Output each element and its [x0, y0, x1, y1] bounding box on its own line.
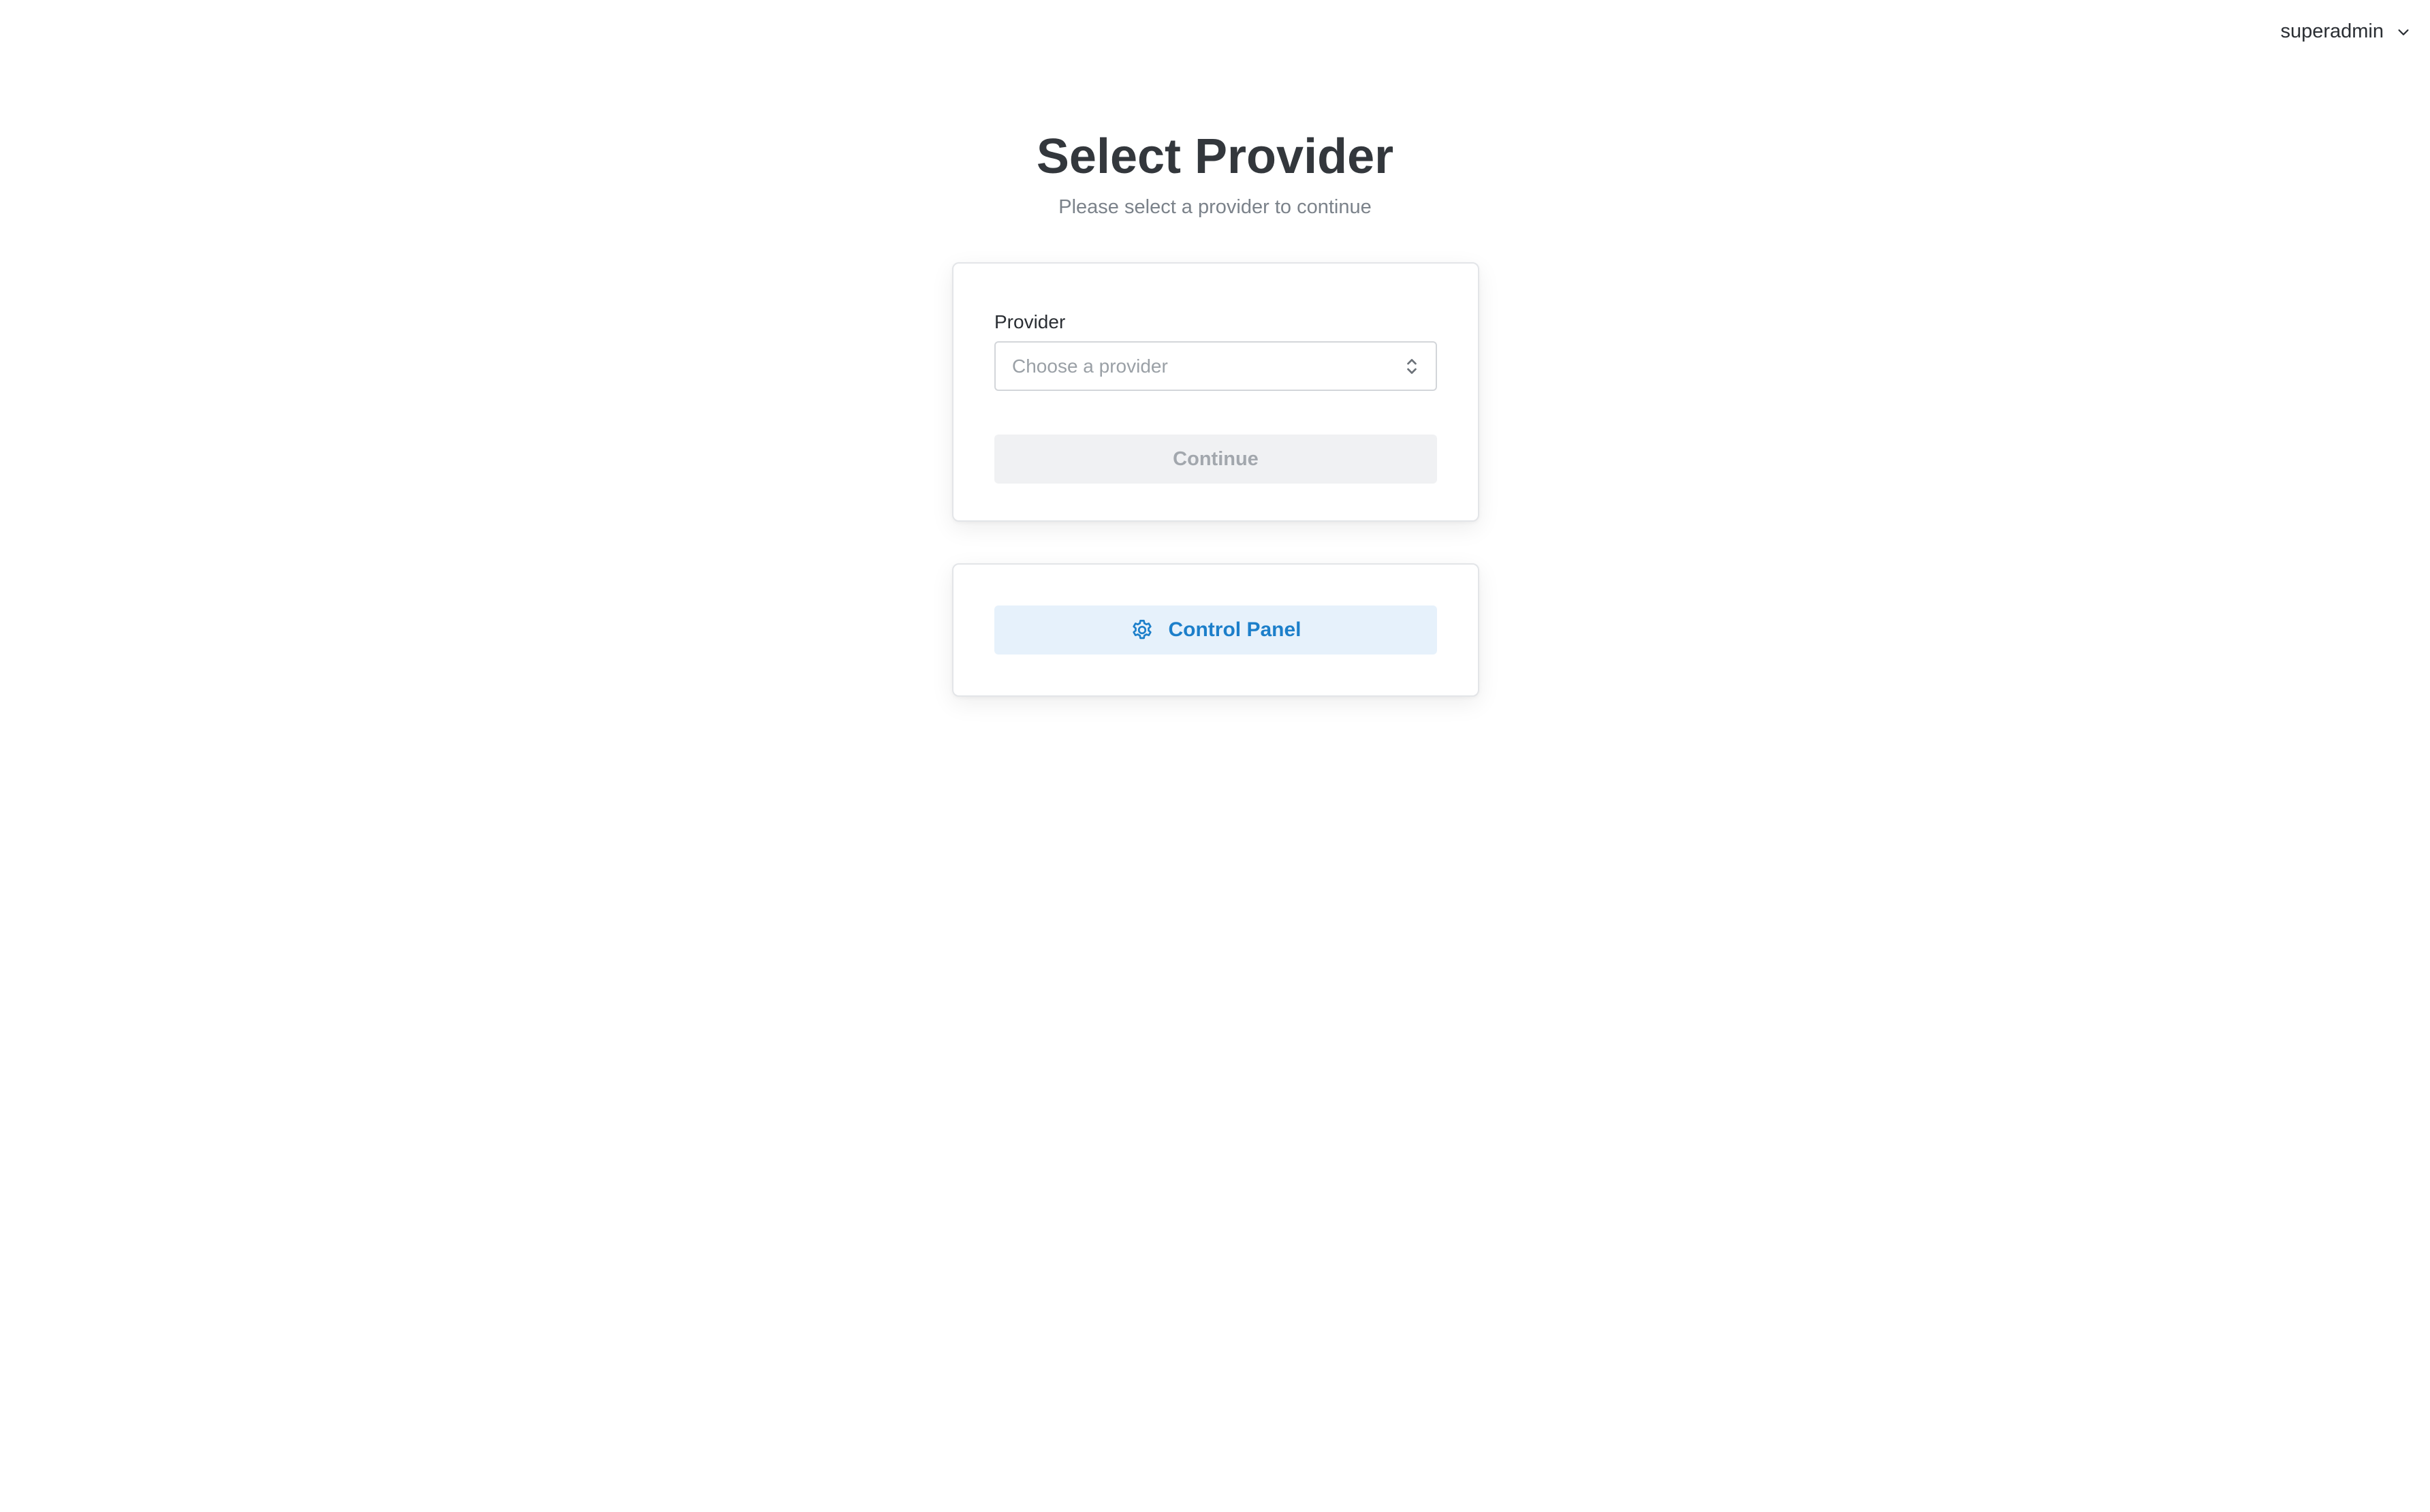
continue-button[interactable]: Continue — [994, 435, 1437, 484]
provider-label: Provider — [994, 311, 1066, 332]
control-panel-button[interactable]: Control Panel — [994, 605, 1437, 655]
chevron-down-icon — [2398, 29, 2409, 35]
gear-icon — [1133, 620, 1152, 640]
provider-select-placeholder: Choose a provider — [1012, 355, 1168, 377]
provider-select[interactable]: Choose a provider — [994, 341, 1437, 391]
user-menu[interactable]: superadmin — [2280, 20, 2411, 43]
page-title: Select Provider — [1036, 129, 1394, 184]
control-panel-label: Control Panel — [1168, 618, 1301, 641]
username-label: superadmin — [2280, 20, 2384, 42]
page-subtitle: Please select a provider to continue — [1058, 196, 1372, 218]
page-header: Select Provider Please select a provider… — [0, 127, 2430, 219]
chevron-up-down-icon — [1407, 358, 1417, 374]
provider-card: Provider Choose a provider Continue — [952, 262, 1479, 522]
control-panel-card: Control Panel — [952, 563, 1479, 697]
